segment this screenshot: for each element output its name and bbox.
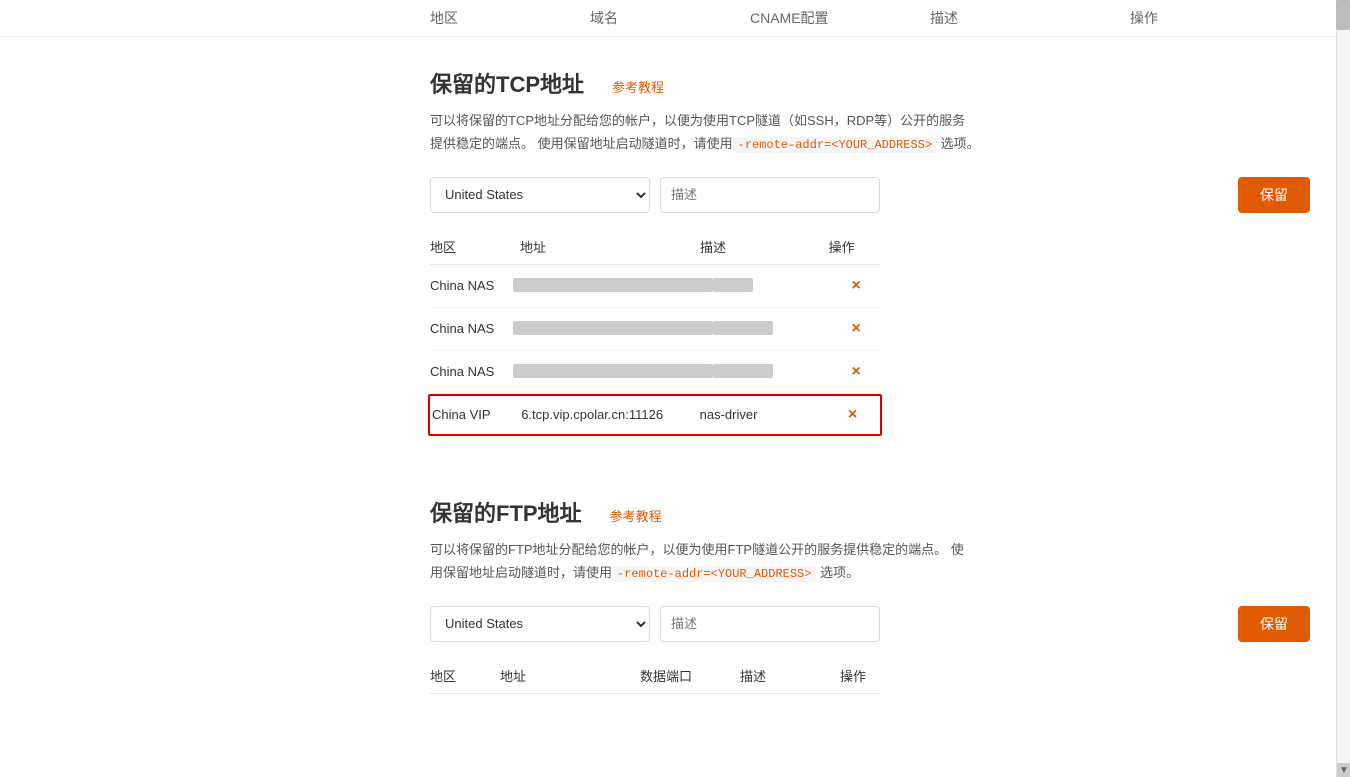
header-col-cname: CNAME配置 (750, 8, 930, 28)
tcp-row2-addr (513, 321, 713, 336)
tcp-section-desc: 可以将保留的TCP地址分配给您的帐户，以便为使用TCP隧道（如SSH，RDP等）… (430, 109, 1110, 157)
scrollbar-thumb[interactable] (1336, 0, 1350, 30)
tcp-desc-input[interactable] (660, 177, 880, 213)
tcp-row4-region: China VIP (432, 407, 521, 422)
tcp-row3-op: × (832, 363, 880, 381)
tcp-row3-region: China NAS (430, 364, 513, 379)
ftp-save-button[interactable]: 保留 (1238, 606, 1310, 642)
tcp-row3-addr (513, 364, 713, 379)
tcp-row1-op: × (832, 277, 880, 295)
header-col-domain: 域名 (590, 8, 750, 28)
tcp-row4-delete-icon[interactable]: × (848, 406, 857, 423)
ftp-section-desc: 可以将保留的FTP地址分配给您的帐户，以便为使用FTP隧道公开的服务提供稳定的端… (430, 538, 1110, 586)
table-row-highlighted: China VIP 6.tcp.vip.cpolar.cn:11126 nas-… (428, 394, 882, 436)
ftp-table-header: 地区 地址 数据端口 描述 操作 (430, 658, 880, 694)
tcp-th-desc: 描述 (700, 237, 829, 256)
ftp-th-op: 操作 (840, 666, 880, 685)
ftp-ref-link[interactable]: 参考教程 (610, 506, 662, 525)
tcp-row3-desc (713, 364, 832, 379)
tcp-save-button[interactable]: 保留 (1238, 177, 1310, 213)
header-col-op: 操作 (1130, 8, 1230, 28)
tcp-th-region: 地区 (430, 237, 520, 256)
scrollbar-arrow-down[interactable]: ▼ (1337, 763, 1350, 777)
scrollbar[interactable]: ▲ ▼ (1336, 0, 1350, 777)
tcp-row4-op: × (827, 406, 878, 424)
tcp-row2-region: China NAS (430, 321, 513, 336)
ftp-th-desc: 描述 (740, 666, 840, 685)
ftp-section: 保留的FTP地址 参考教程 可以将保留的FTP地址分配给您的帐户，以便为使用FT… (0, 466, 1350, 724)
tcp-row1-addr (513, 278, 713, 293)
table-row: China NAS × (430, 308, 880, 351)
tcp-section: 保留的TCP地址 参考教程 可以将保留的TCP地址分配给您的帐户，以便为使用TC… (0, 37, 1350, 466)
tcp-table-header: 地区 地址 描述 操作 (430, 229, 880, 265)
tcp-row4-desc: nas-driver (700, 407, 827, 422)
tcp-inline-code: -remote-addr=<YOUR_ADDRESS> (733, 137, 937, 153)
tcp-ref-link[interactable]: 参考教程 (612, 77, 664, 96)
header-col-desc: 描述 (930, 8, 1130, 28)
tcp-th-op: 操作 (829, 237, 880, 256)
tcp-row2-delete-icon[interactable]: × (852, 320, 861, 337)
ftp-section-title: 保留的FTP地址 (430, 496, 582, 528)
table-row: China NAS × (430, 351, 880, 394)
header-col-region: 地区 (430, 8, 590, 28)
tcp-section-title: 保留的TCP地址 (430, 67, 584, 99)
ftp-region-select[interactable]: United States China NAS China VIP (430, 606, 650, 642)
ftp-desc-input[interactable] (660, 606, 880, 642)
tcp-region-select[interactable]: United States China NAS China VIP (430, 177, 650, 213)
tcp-row1-region: China NAS (430, 278, 513, 293)
tcp-form-row: United States China NAS China VIP 保留 (430, 177, 1350, 213)
tcp-row2-op: × (832, 320, 880, 338)
ftp-table: 地区 地址 数据端口 描述 操作 (430, 658, 880, 694)
ftp-th-data-port: 数据端口 (640, 666, 740, 685)
tcp-table: 地区 地址 描述 操作 China NAS × (430, 229, 880, 436)
ftp-inline-code: -remote-addr=<YOUR_ADDRESS> (612, 566, 816, 582)
tcp-th-addr: 地址 (520, 237, 700, 256)
tcp-row1-delete-icon[interactable]: × (852, 277, 861, 294)
tcp-row3-delete-icon[interactable]: × (852, 363, 861, 380)
ftp-form-row: United States China NAS China VIP 保留 (430, 606, 1350, 642)
tcp-row4-addr: 6.tcp.vip.cpolar.cn:11126 (521, 407, 699, 422)
ftp-th-addr: 地址 (500, 666, 640, 685)
ftp-th-region: 地区 (430, 666, 500, 685)
tcp-row1-desc (713, 278, 832, 293)
tcp-row2-desc (713, 321, 832, 336)
table-row: China NAS × (430, 265, 880, 308)
